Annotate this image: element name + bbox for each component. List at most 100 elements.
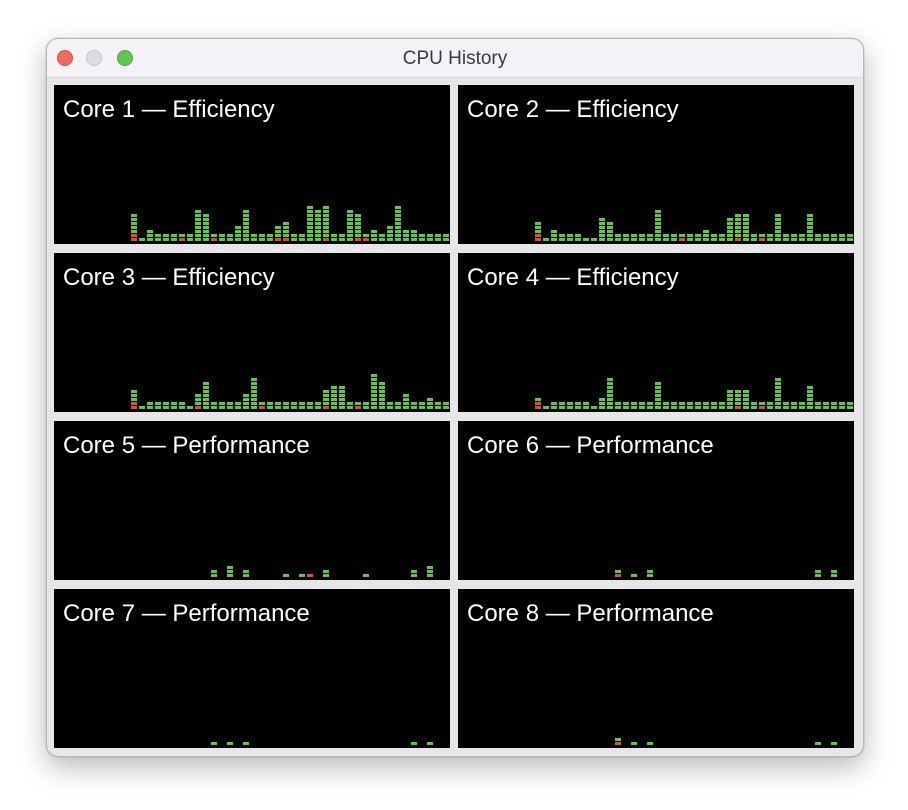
- user-load-cell: [395, 230, 401, 233]
- user-load-cell: [631, 238, 637, 241]
- user-load-cell: [655, 406, 661, 409]
- user-load-cell: [131, 226, 137, 229]
- user-load-cell: [551, 230, 557, 233]
- user-load-cell: [679, 406, 685, 409]
- user-load-cell: [155, 238, 161, 241]
- system-load-cell: [131, 234, 137, 237]
- user-load-cell: [403, 234, 409, 237]
- user-load-cell: [323, 402, 329, 405]
- user-load-cell: [615, 402, 621, 405]
- user-load-cell: [203, 386, 209, 389]
- user-load-cell: [315, 214, 321, 217]
- user-load-cell: [443, 406, 449, 409]
- user-load-cell: [655, 234, 661, 237]
- user-load-cell: [623, 402, 629, 405]
- user-load-cell: [815, 234, 821, 237]
- user-load-cell: [719, 234, 725, 237]
- user-load-cell: [187, 238, 193, 241]
- user-load-cell: [719, 238, 725, 241]
- user-load-cell: [379, 238, 385, 241]
- user-load-cell: [435, 238, 441, 241]
- title-bar[interactable]: CPU History: [47, 39, 863, 78]
- user-load-cell: [379, 234, 385, 237]
- user-load-cell: [227, 234, 233, 237]
- user-load-cell: [371, 374, 377, 377]
- user-load-cell: [427, 742, 433, 745]
- user-load-cell: [139, 406, 145, 409]
- user-load-cell: [435, 406, 441, 409]
- user-load-cell: [307, 218, 313, 221]
- user-load-cell: [147, 234, 153, 237]
- user-load-cell: [355, 214, 361, 217]
- user-load-cell: [155, 402, 161, 405]
- core-2-label: Core 2 — Efficiency: [467, 96, 679, 123]
- user-load-cell: [639, 402, 645, 405]
- user-load-cell: [283, 226, 289, 229]
- user-load-cell: [831, 402, 837, 405]
- system-load-cell: [535, 402, 541, 405]
- user-load-cell: [775, 230, 781, 233]
- user-load-cell: [339, 406, 345, 409]
- user-load-cell: [767, 234, 773, 237]
- system-load-cell: [131, 238, 137, 241]
- user-load-cell: [791, 234, 797, 237]
- user-load-cell: [307, 226, 313, 229]
- user-load-cell: [227, 742, 233, 745]
- user-load-cell: [251, 378, 257, 381]
- user-load-cell: [607, 398, 613, 401]
- system-load-cell: [195, 406, 201, 409]
- user-load-cell: [251, 382, 257, 385]
- user-load-cell: [323, 394, 329, 397]
- user-load-cell: [411, 238, 417, 241]
- user-load-cell: [387, 226, 393, 229]
- user-load-cell: [735, 234, 741, 237]
- user-load-cell: [607, 382, 613, 385]
- user-load-cell: [155, 234, 161, 237]
- user-load-cell: [371, 390, 377, 393]
- user-load-cell: [387, 230, 393, 233]
- user-load-cell: [663, 238, 669, 241]
- user-load-cell: [203, 390, 209, 393]
- system-load-cell: [259, 406, 265, 409]
- user-load-cell: [251, 406, 257, 409]
- user-load-cell: [355, 226, 361, 229]
- system-load-cell: [355, 238, 361, 241]
- user-load-cell: [759, 234, 765, 237]
- user-load-cell: [267, 234, 273, 237]
- user-load-cell: [251, 394, 257, 397]
- user-load-cell: [831, 234, 837, 237]
- user-load-cell: [443, 234, 449, 237]
- user-load-cell: [711, 234, 717, 237]
- user-load-cell: [631, 402, 637, 405]
- user-load-cell: [791, 402, 797, 405]
- user-load-cell: [355, 402, 361, 405]
- user-load-cell: [371, 234, 377, 237]
- user-load-cell: [719, 406, 725, 409]
- user-load-cell: [703, 406, 709, 409]
- user-load-cell: [147, 238, 153, 241]
- user-load-cell: [347, 222, 353, 225]
- user-load-cell: [839, 402, 845, 405]
- user-load-cell: [203, 382, 209, 385]
- user-load-cell: [655, 218, 661, 221]
- user-load-cell: [299, 238, 305, 241]
- user-load-cell: [171, 234, 177, 237]
- user-load-cell: [591, 406, 597, 409]
- user-load-cell: [355, 230, 361, 233]
- user-load-cell: [623, 234, 629, 237]
- cpu-history-window: CPU History Core 1 — Efficiency Core 2 —…: [46, 38, 864, 757]
- user-load-cell: [339, 386, 345, 389]
- user-load-cell: [371, 402, 377, 405]
- user-load-cell: [687, 238, 693, 241]
- user-load-cell: [543, 406, 549, 409]
- user-load-cell: [671, 406, 677, 409]
- user-load-cell: [251, 234, 257, 237]
- system-load-cell: [735, 406, 741, 409]
- user-load-cell: [775, 390, 781, 393]
- user-load-cell: [267, 238, 273, 241]
- user-load-cell: [655, 402, 661, 405]
- user-load-cell: [379, 402, 385, 405]
- user-load-cell: [671, 238, 677, 241]
- system-load-cell: [323, 406, 329, 409]
- user-load-cell: [815, 238, 821, 241]
